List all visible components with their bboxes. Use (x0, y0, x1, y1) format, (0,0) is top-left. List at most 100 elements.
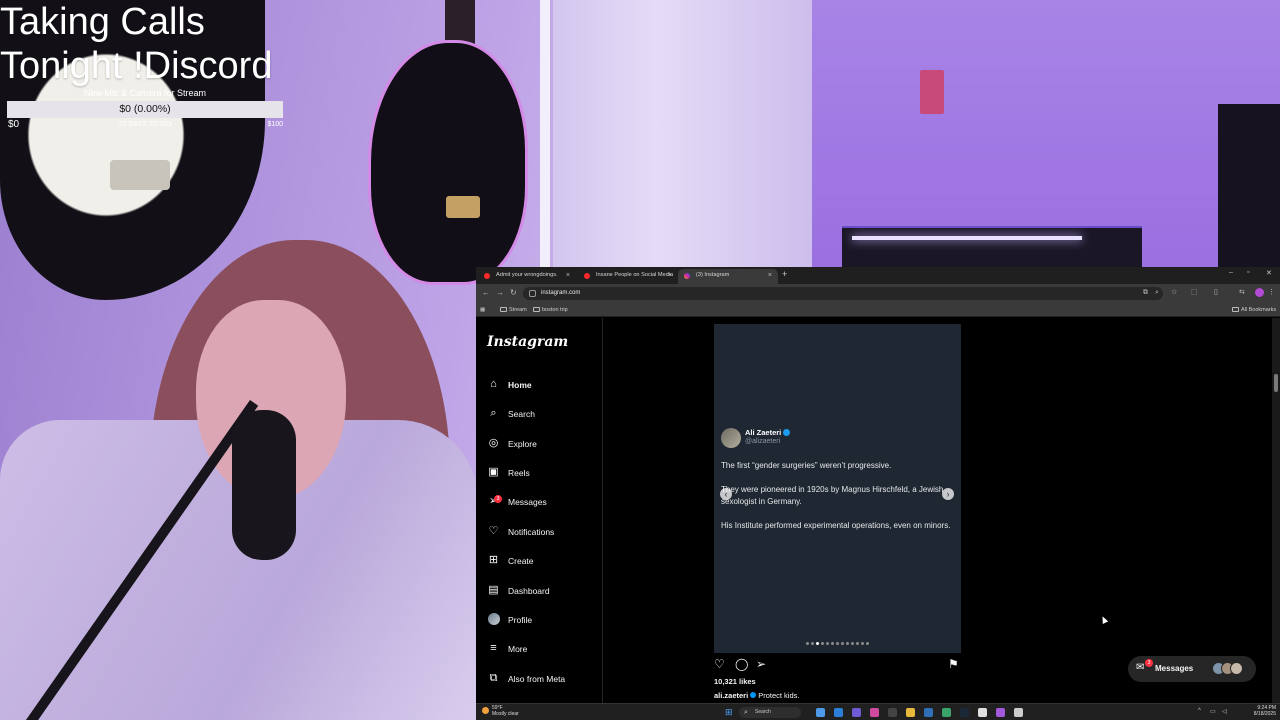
tab-admit-wrongdoings[interactable]: Admit your wrongdoings. × (478, 269, 576, 284)
guitar-bridge (446, 196, 480, 218)
close-tab-icon[interactable]: × (768, 269, 772, 282)
goal-label: New Mic & Camera for Stream (83, 88, 207, 98)
caption-author[interactable]: ali.zaeteri (714, 691, 748, 700)
wall-sign (920, 70, 944, 114)
tray-overflow-icon[interactable]: ^ (1198, 708, 1201, 714)
heart-icon: ♡ (488, 525, 499, 537)
network-icon[interactable]: ▭ (1210, 708, 1216, 715)
sidebar-item-create[interactable]: ⊞ Create (487, 551, 599, 571)
apps-grid-icon[interactable]: ▦ (480, 305, 485, 315)
app-icon[interactable] (924, 708, 933, 717)
steam-icon[interactable] (960, 708, 969, 717)
restore-button[interactable]: ▫ (1247, 269, 1249, 276)
sidebar-item-search[interactable]: ⌕ Search (487, 404, 599, 424)
bookmark-folder-boston[interactable]: boston trip (533, 305, 568, 315)
file-explorer-icon[interactable] (906, 708, 915, 717)
tweet-line: They were pioneered in 1920s by Magnus H… (721, 485, 944, 506)
tab-strip: Admit your wrongdoings. × Insane People … (476, 267, 1280, 284)
goal-max: $100 (267, 121, 283, 128)
sidebar-item-label: Search (508, 409, 535, 419)
minimize-button[interactable]: – (1229, 269, 1233, 276)
app-icon[interactable] (888, 708, 897, 717)
install-app-icon[interactable]: ⧉ (1143, 289, 1148, 297)
verified-badge-icon (750, 692, 757, 698)
clock-date: 8/18/2025 (1253, 711, 1276, 717)
close-window-button[interactable]: ✕ (1266, 269, 1272, 277)
weather-widget[interactable]: 59°F Mostly clear (482, 705, 519, 717)
sidebar-item-label: Profile (508, 615, 533, 625)
comment-icon[interactable]: ◯ (735, 657, 748, 671)
led-shelf (842, 226, 1142, 272)
sidebar-item-home[interactable]: ⌂ Home (487, 375, 599, 395)
bookmark-label: Stream (509, 307, 527, 313)
carousel-dot (856, 642, 859, 645)
monitor (1218, 104, 1280, 274)
carousel-dot (826, 642, 829, 645)
sidebar-item-profile[interactable]: Profile (487, 610, 599, 630)
obs-icon[interactable] (996, 708, 1005, 717)
close-tab-icon[interactable]: × (668, 269, 672, 282)
menu-icon: ≡ (490, 642, 497, 654)
tab-instagram[interactable]: (3) Instagram × (678, 269, 778, 284)
extensions-icon[interactable]: ⬚ (1191, 288, 1198, 296)
new-tab-button[interactable]: + (782, 269, 787, 279)
taskbar-search[interactable]: Search (739, 707, 801, 718)
bookmark-star-icon[interactable]: ☆ (1171, 288, 1177, 296)
side-panel-icon[interactable]: ▯ (1214, 288, 1218, 296)
share-icon[interactable]: ➢ (756, 657, 766, 671)
app-icon[interactable] (1014, 708, 1023, 717)
tab-insane-people[interactable]: Insane People on Social Media × (578, 269, 678, 284)
sidebar-item-reels[interactable]: ▣ Reels (487, 463, 599, 483)
sidebar-item-messages[interactable]: ➢ 3 Messages (487, 492, 599, 512)
goal-days-left: 22 DAYS TO GO (118, 121, 172, 128)
save-bookmark-icon[interactable]: ⚑ (948, 657, 959, 671)
messages-floating-button[interactable]: ✉ 3 Messages (1128, 656, 1256, 682)
app-icon[interactable] (942, 708, 951, 717)
sidebar-item-label: Create (508, 556, 534, 566)
sidebar-item-also-from-meta[interactable]: ⧉ Also from Meta (487, 669, 599, 689)
sidebar-item-notifications[interactable]: ♡ Notifications (487, 522, 599, 542)
app-icon[interactable] (978, 708, 987, 717)
menu-kebab-icon[interactable]: ⋮ (1268, 288, 1275, 296)
post-image[interactable]: Ali Zaeteri @alizaeteri The first “gende… (714, 324, 961, 653)
search-icon: ⌕ (490, 407, 497, 419)
instagram-logo[interactable]: Instagram (487, 334, 568, 350)
edge-icon[interactable] (834, 708, 843, 717)
reload-button[interactable]: ↻ (510, 288, 517, 297)
sidebar-item-explore[interactable]: ◎ Explore (487, 434, 599, 454)
like-count[interactable]: 10,321 likes (714, 677, 756, 686)
carousel-next-button[interactable]: › (942, 488, 954, 500)
zoom-icon[interactable]: ⌕ (1155, 289, 1159, 297)
copilot-icon[interactable] (816, 708, 825, 717)
cast-icon[interactable]: ⇆ (1239, 288, 1245, 296)
start-windows-icon[interactable]: ⊞ (725, 708, 734, 717)
instagram-icon (684, 273, 690, 279)
carousel-prev-button[interactable]: ‹ (720, 488, 732, 500)
close-tab-icon[interactable]: × (566, 269, 570, 282)
page-scrollbar[interactable] (1272, 318, 1280, 703)
bookmark-folder-stream[interactable]: Stream (500, 305, 527, 315)
url-text: instagram.com (541, 290, 581, 296)
back-button[interactable]: ← (482, 288, 490, 297)
sidebar-item-more[interactable]: ≡ More (487, 639, 599, 659)
tweet-author: Ali Zaeteri (745, 428, 791, 437)
volume-icon[interactable]: ◁ (1222, 708, 1227, 715)
forward-button[interactable]: → (496, 288, 504, 297)
all-bookmarks[interactable]: All Bookmarks (1232, 305, 1276, 315)
weather-desc: Mostly clear (492, 711, 519, 717)
app-icon[interactable] (870, 708, 879, 717)
teams-icon[interactable] (852, 708, 861, 717)
bookmark-label: All Bookmarks (1241, 307, 1277, 313)
carousel-dot (866, 642, 869, 645)
like-heart-icon[interactable]: ♡ (714, 657, 725, 671)
scroll-thumb[interactable] (1274, 374, 1278, 392)
carousel-dot (821, 642, 824, 645)
sidebar-item-dashboard[interactable]: ▤ Dashboard (487, 581, 599, 601)
site-info-icon[interactable] (529, 290, 536, 297)
notification-badge: 3 (494, 495, 502, 503)
address-bar[interactable]: instagram.com ⧉ ⌕ (523, 287, 1163, 300)
taskbar-clock[interactable]: 9:24 PM 8/18/2025 (1242, 705, 1276, 717)
dashboard-icon: ▤ (488, 584, 499, 596)
profile-avatar[interactable] (1255, 288, 1264, 297)
instagram-sidebar: Instagram ⌂ Home ⌕ Search ◎ Explore ▣ Reels ➢ 3 Me… (476, 318, 603, 703)
